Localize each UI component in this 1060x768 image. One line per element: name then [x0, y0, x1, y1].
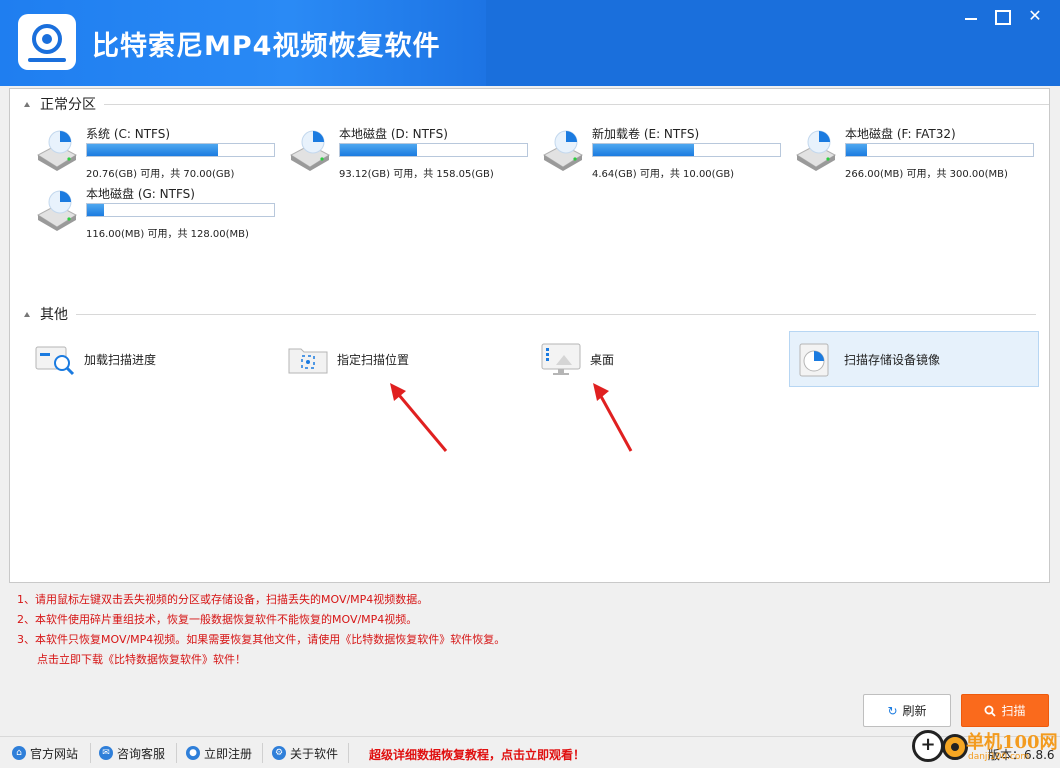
disk-f[interactable]: 本地磁盘 (F: FAT32) 266.00(MB) 可用，共 300.00(M…: [793, 125, 1039, 185]
tutorial-link[interactable]: 超级详细数据恢复教程，点击立即观看！: [369, 746, 585, 763]
status-bar: ⌂ 官方网站 ✉ 咨询客服 ● 立即注册 ⚙ 关于软件 超级详细数据恢复教程，点…: [0, 736, 1060, 768]
hard-drive-icon: [796, 130, 836, 171]
disk-usage-text: 266.00(MB) 可用，共 300.00(MB): [845, 169, 1008, 180]
website-label: 官方网站: [30, 746, 79, 761]
search-icon: [984, 705, 997, 717]
disk-usage-bar: [86, 203, 275, 217]
collapse-triangle-icon[interactable]: [24, 101, 30, 107]
section-partitions[interactable]: 正常分区: [24, 96, 1049, 113]
folder-scan-icon: [288, 348, 328, 374]
app-title: 比特索尼MP4视频恢复软件: [92, 31, 441, 62]
collapse-triangle-icon[interactable]: [24, 311, 30, 317]
minimize-icon[interactable]: [960, 6, 982, 26]
status-separator: [90, 743, 91, 763]
instructions: 1、请用鼠标左键双击丢失视频的分区或存储设备，扫描丢失的MOV/MP4视频数据。…: [17, 592, 505, 672]
about-link[interactable]: ⚙ 关于软件: [272, 744, 338, 762]
disk-usage-text: 20.76(GB) 可用，共 70.00(GB): [86, 169, 235, 180]
watermark-subtext: danji100.com: [968, 752, 1030, 762]
main-panel: 正常分区 系统 (C: NTFS) 20.76(GB) 可用，共 70.00(G…: [9, 88, 1050, 583]
home-icon: ⌂: [12, 746, 26, 760]
section-divider: [104, 103, 1049, 105]
disk-image-icon: [799, 343, 829, 377]
disk-name: 本地磁盘 (G: NTFS): [86, 187, 195, 201]
desktop-item[interactable]: 桌面: [540, 331, 780, 387]
annotation-arrow: [390, 383, 448, 452]
refresh-icon: ↻: [887, 703, 898, 718]
website-link[interactable]: ⌂ 官方网站: [12, 744, 78, 762]
about-label: 关于软件: [290, 746, 339, 761]
scan-label: 扫描: [1001, 704, 1026, 718]
disk-g[interactable]: 本地磁盘 (G: NTFS) 116.00(MB) 可用，共 128.00(MB…: [34, 185, 280, 245]
watermark-text: 单机100网: [966, 732, 1058, 753]
section-partitions-label: 正常分区: [40, 97, 96, 113]
hard-drive-icon: [290, 130, 330, 171]
instruction-line: 1、请用鼠标左键双击丢失视频的分区或存储设备，扫描丢失的MOV/MP4视频数据。: [17, 593, 429, 606]
disk-name: 系统 (C: NTFS): [86, 127, 171, 141]
disk-usage-bar: [592, 143, 781, 157]
scan-disk-image-label: 扫描存储设备镜像: [844, 352, 941, 367]
scan-disk-image-item[interactable]: 扫描存储设备镜像: [789, 331, 1039, 387]
disk-name: 本地磁盘 (D: NTFS): [339, 127, 448, 141]
support-label: 咨询客服: [117, 746, 166, 761]
desktop-icon: [541, 343, 581, 375]
title-bar: 比特索尼MP4视频恢复软件 ✕: [0, 0, 1060, 86]
scan-button[interactable]: 扫描: [961, 694, 1049, 727]
disk-usage-text: 93.12(GB) 可用，共 158.05(GB): [339, 169, 494, 180]
refresh-label: 刷新: [902, 704, 927, 718]
section-other-label: 其他: [40, 307, 68, 323]
watermark-logo-icon: +: [912, 724, 974, 768]
disk-d[interactable]: 本地磁盘 (D: NTFS) 93.12(GB) 可用，共 158.05(GB): [287, 125, 533, 185]
load-scan-progress-item[interactable]: 加载扫描进度: [34, 331, 274, 387]
refresh-button[interactable]: ↻ 刷新: [863, 694, 951, 727]
section-divider: [76, 313, 1036, 315]
about-icon: ⚙: [272, 746, 286, 760]
hard-drive-icon: [37, 190, 77, 231]
status-separator: [348, 743, 349, 763]
instruction-line: 3、本软件只恢复MOV/MP4视频。如果需要恢复其他文件，请使用《比特数据恢复软…: [17, 633, 506, 646]
annotation-arrow: [593, 383, 633, 452]
disk-usage-bar: [86, 143, 275, 157]
user-icon: ●: [186, 746, 200, 760]
app-logo-icon: [18, 14, 76, 70]
load-scan-progress-label: 加载扫描进度: [84, 352, 157, 367]
section-other[interactable]: 其他: [24, 306, 1036, 323]
disk-usage-bar: [845, 143, 1034, 157]
maximize-icon[interactable]: [990, 6, 1012, 26]
status-separator: [262, 743, 263, 763]
chat-icon: ✉: [99, 746, 113, 760]
desktop-label: 桌面: [590, 352, 615, 367]
register-label: 立即注册: [204, 746, 253, 761]
disk-name: 新加载卷 (E: NTFS): [592, 127, 700, 141]
disk-usage-text: 116.00(MB) 可用，共 128.00(MB): [86, 229, 249, 240]
hard-drive-icon: [543, 130, 583, 171]
status-separator: [176, 743, 177, 763]
register-link[interactable]: ● 立即注册: [186, 744, 252, 762]
disk-e[interactable]: 新加载卷 (E: NTFS) 4.64(GB) 可用，共 10.00(GB): [540, 125, 786, 185]
specify-scan-location-label: 指定扫描位置: [337, 352, 410, 367]
download-link[interactable]: 点击立即下载《比特数据恢复软件》软件！: [17, 652, 505, 672]
instruction-line: 2、本软件使用碎片重组技术，恢复一般数据恢复软件不能恢复的MOV/MP4视频。: [17, 613, 418, 626]
load-progress-icon: [35, 346, 75, 376]
close-icon[interactable]: ✕: [1024, 6, 1046, 26]
disk-usage-text: 4.64(GB) 可用，共 10.00(GB): [592, 169, 735, 180]
disk-usage-bar: [339, 143, 528, 157]
disk-name: 本地磁盘 (F: FAT32): [845, 127, 956, 141]
support-link[interactable]: ✉ 咨询客服: [99, 744, 165, 762]
hard-drive-icon: [37, 130, 77, 171]
disk-c[interactable]: 系统 (C: NTFS) 20.76(GB) 可用，共 70.00(GB): [34, 125, 280, 185]
